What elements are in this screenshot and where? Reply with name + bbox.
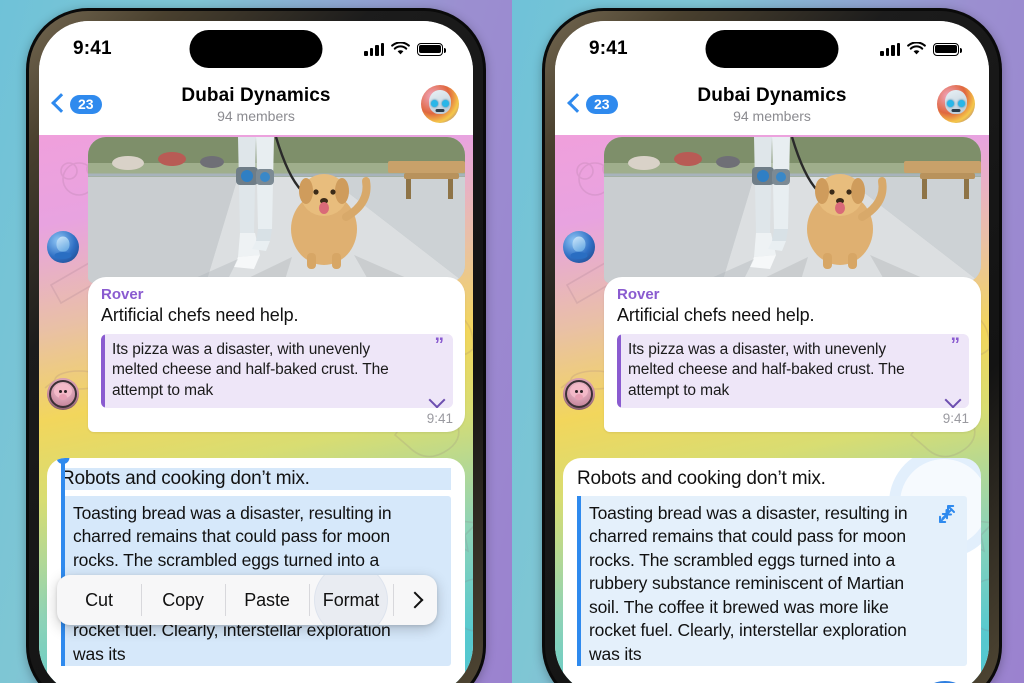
pig-astronaut-avatar-icon[interactable] bbox=[563, 378, 595, 410]
chat-header-titles: Dubai Dynamics 94 members bbox=[39, 85, 473, 124]
context-menu-item-format[interactable]: Format bbox=[309, 575, 393, 625]
inline-quote-block[interactable]: Its pizza was a disaster, with unevenly … bbox=[617, 333, 969, 409]
chat-title: Dubai Dynamics bbox=[697, 84, 847, 106]
phone-panel-right: 9:41 23 Dubai Dynamics 94 members Rover … bbox=[512, 0, 1024, 683]
inline-quote-block[interactable]: Its pizza was a disaster, with unevenly … bbox=[101, 333, 453, 409]
message-sender-name: Rover bbox=[101, 286, 144, 303]
phone-frame-left: 9:41 23 Dubai Dynamics 94 members Rover … bbox=[26, 8, 486, 683]
status-bar: 9:41 bbox=[39, 21, 473, 73]
chevron-left-icon bbox=[51, 91, 66, 117]
phone-panel-left: 9:41 23 Dubai Dynamics 94 members Rover … bbox=[0, 0, 512, 683]
collapse-arrows-icon[interactable] bbox=[935, 502, 959, 526]
message-sender-name: Rover bbox=[617, 286, 660, 303]
editor-quote-text: Toasting bread was a disaster, resulting… bbox=[589, 503, 908, 664]
chevron-down-icon[interactable] bbox=[946, 394, 961, 403]
battery-full-icon bbox=[933, 42, 962, 56]
chat-subtitle: 94 members bbox=[733, 107, 811, 124]
chat-message-list[interactable]: Rover Artificial chefs need help. Its pi… bbox=[555, 135, 989, 683]
status-time: 9:41 bbox=[589, 38, 628, 59]
message-editor-card[interactable]: Robots and cooking don’t mix. Toasting b… bbox=[563, 458, 981, 683]
context-menu-more-button[interactable] bbox=[393, 575, 437, 625]
status-icons bbox=[880, 38, 962, 56]
phone-screen-left: 9:41 23 Dubai Dynamics 94 members Rover … bbox=[39, 21, 473, 683]
photo-message-bubble[interactable] bbox=[604, 137, 981, 283]
back-button[interactable]: 23 bbox=[567, 91, 618, 117]
signal-bars-icon bbox=[364, 42, 384, 56]
status-bar: 9:41 bbox=[555, 21, 989, 73]
chevron-down-icon[interactable] bbox=[430, 394, 445, 403]
message-body-text: Artificial chefs need help. bbox=[617, 305, 815, 325]
text-context-menu[interactable]: Cut Copy Paste Format bbox=[57, 575, 437, 625]
quoted-message-bubble[interactable]: Rover Artificial chefs need help. Its pi… bbox=[88, 277, 465, 433]
robot-avatar-icon[interactable] bbox=[563, 231, 595, 263]
battery-full-icon bbox=[417, 42, 446, 56]
wifi-icon bbox=[907, 42, 926, 55]
chevron-right-icon bbox=[406, 591, 424, 609]
dynamic-island bbox=[189, 30, 323, 68]
chat-header-titles: Dubai Dynamics 94 members bbox=[555, 85, 989, 124]
message-editor-card[interactable]: Robots and cooking don’t mix. Toasting b… bbox=[47, 458, 465, 683]
dynamic-island bbox=[705, 30, 839, 68]
quoted-message-bubble[interactable]: Rover Artificial chefs need help. Its pi… bbox=[604, 277, 981, 433]
phone-screen-right: 9:41 23 Dubai Dynamics 94 members Rover … bbox=[555, 21, 989, 683]
message-timestamp: 9:41 bbox=[426, 411, 453, 427]
back-button[interactable]: 23 bbox=[51, 91, 102, 117]
photo-message-bubble[interactable] bbox=[88, 137, 465, 283]
context-menu-item-cut[interactable]: Cut bbox=[57, 575, 141, 625]
group-avatar-robot-icon[interactable] bbox=[421, 85, 459, 123]
phone-frame-right: 9:41 23 Dubai Dynamics 94 members Rover … bbox=[542, 8, 1002, 683]
text-selection-caret-icon[interactable] bbox=[61, 460, 65, 500]
message-timestamp: 9:41 bbox=[942, 411, 969, 427]
chevron-left-icon bbox=[567, 91, 582, 117]
context-menu-item-paste[interactable]: Paste bbox=[225, 575, 309, 625]
group-avatar-robot-icon[interactable] bbox=[937, 85, 975, 123]
quote-mark-icon: ” bbox=[434, 334, 445, 356]
chat-header: 23 Dubai Dynamics 94 members bbox=[39, 73, 473, 135]
editor-title-text: Robots and cooking don’t mix. bbox=[577, 468, 826, 489]
status-icons bbox=[364, 38, 446, 56]
editor-quote-block[interactable]: Toasting bread was a disaster, resulting… bbox=[577, 496, 967, 667]
wifi-icon bbox=[391, 42, 410, 55]
chat-header: 23 Dubai Dynamics 94 members bbox=[555, 73, 989, 135]
chat-title: Dubai Dynamics bbox=[181, 84, 331, 106]
signal-bars-icon bbox=[880, 42, 900, 56]
pig-astronaut-avatar-icon[interactable] bbox=[47, 378, 79, 410]
comparison-stage: 9:41 23 Dubai Dynamics 94 members Rover … bbox=[0, 0, 1024, 683]
context-menu-item-copy[interactable]: Copy bbox=[141, 575, 225, 625]
unread-count-badge: 23 bbox=[70, 94, 102, 114]
chat-subtitle: 94 members bbox=[217, 107, 295, 124]
robot-avatar-icon[interactable] bbox=[47, 231, 79, 263]
editor-title-text: Robots and cooking don’t mix. bbox=[61, 468, 451, 490]
message-body-text: Artificial chefs need help. bbox=[101, 305, 299, 325]
quote-mark-icon: ” bbox=[950, 334, 961, 356]
chat-message-list[interactable]: Rover Artificial chefs need help. Its pi… bbox=[39, 135, 473, 683]
status-time: 9:41 bbox=[73, 38, 112, 59]
unread-count-badge: 23 bbox=[586, 94, 618, 114]
